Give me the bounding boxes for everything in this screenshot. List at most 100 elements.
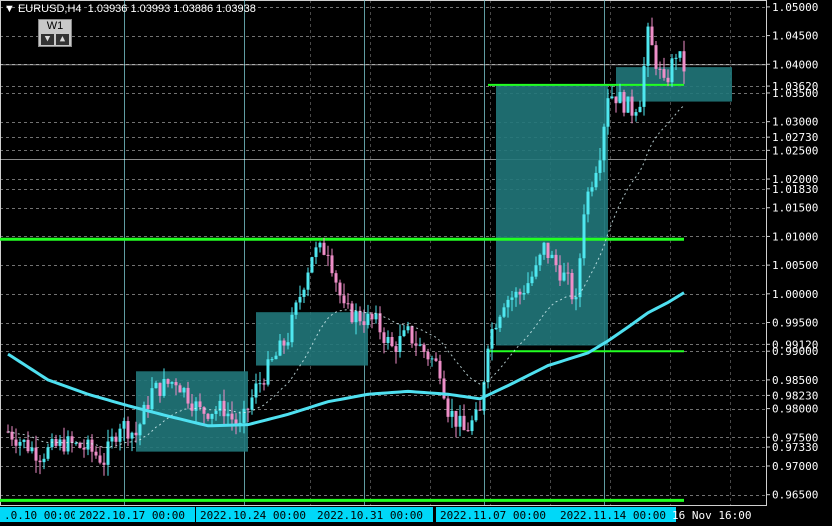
price-label: 0.98000: [772, 403, 818, 416]
ohlc-values: 1.03936 1.03993 1.03886 1.03938: [87, 3, 256, 15]
candle-body: [654, 45, 658, 69]
price-axis[interactable]: 1.050001.045001.040001.036201.035001.030…: [766, 0, 818, 505]
candle-body: [90, 439, 94, 452]
candle-body: [202, 407, 206, 414]
price-label: 0.99500: [772, 317, 818, 330]
symbol-label: EURUSD,H4: [17, 3, 82, 15]
candle-body: [98, 455, 102, 463]
candle-body: [302, 289, 306, 297]
candle-body: [614, 96, 618, 104]
candle-body: [290, 314, 294, 343]
candle-body: [354, 310, 358, 323]
candle-body: [642, 65, 646, 107]
candle-body: [402, 330, 406, 337]
candle-body: [226, 413, 230, 417]
candle-body: [626, 96, 630, 113]
candle-body: [182, 387, 186, 393]
candle-body: [394, 346, 398, 352]
period-down-button[interactable]: ▼: [41, 34, 54, 45]
candle-body: [330, 255, 334, 274]
candle-body: [350, 303, 354, 323]
candle-body: [22, 439, 26, 442]
candle-body: [298, 296, 302, 303]
candle-body: [286, 342, 290, 346]
candle-body: [582, 214, 586, 259]
candle-body: [306, 272, 310, 290]
candle-body: [494, 327, 498, 330]
candle-body: [230, 413, 234, 420]
candle-body: [178, 385, 182, 393]
candle-body: [638, 106, 642, 113]
candle-body: [610, 96, 614, 99]
candle-body: [58, 439, 62, 446]
candle-body: [142, 404, 146, 425]
candle-body: [162, 378, 166, 396]
candle-body: [262, 383, 266, 385]
price-chart[interactable]: 1.050001.045001.040001.036201.035001.030…: [0, 0, 832, 526]
candle-body: [630, 96, 634, 116]
candle-body: [246, 408, 250, 410]
period-switch[interactable]: W1 ▼ ▲: [38, 19, 72, 47]
candle-body: [550, 254, 554, 258]
candle-body: [194, 401, 198, 411]
candle-body: [18, 441, 22, 446]
candle-body: [430, 358, 434, 360]
candle-body: [198, 401, 202, 408]
candle-body: [618, 92, 622, 104]
candle-body: [274, 355, 278, 360]
time-label: 2022.11.14 00:00: [560, 509, 666, 522]
price-label: 0.98500: [772, 374, 818, 387]
candle-body: [566, 272, 570, 274]
candle-body: [434, 358, 438, 361]
candle-body: [522, 292, 526, 295]
candle-body: [114, 436, 118, 442]
candle-body: [206, 413, 210, 419]
candle-body: [106, 441, 110, 465]
price-label: 1.01000: [772, 230, 818, 243]
candle-body: [382, 332, 386, 343]
candle-body: [606, 98, 610, 127]
candle-body: [278, 340, 282, 356]
candle-body: [266, 359, 270, 385]
candle-body: [422, 344, 426, 352]
candle-body: [510, 297, 514, 300]
candle-body: [498, 316, 502, 328]
candle-body: [282, 340, 286, 346]
candle-body: [174, 382, 178, 386]
time-axis[interactable]: .0.10 00:00 2022.10.17 00:00 2022.10.24 00…: [0, 505, 766, 523]
price-label: 0.98230: [772, 389, 818, 402]
candle-body: [562, 272, 566, 281]
candle-body: [554, 254, 558, 266]
candle-body: [650, 26, 654, 46]
candle-body: [526, 283, 530, 293]
candle-body: [678, 51, 682, 58]
candle-body: [342, 295, 346, 304]
candle-body: [166, 378, 170, 384]
candle-body: [386, 336, 390, 343]
candle-body: [602, 126, 606, 161]
time-label: 2022.11.07 00:00: [440, 509, 546, 522]
period-up-button[interactable]: ▲: [56, 34, 69, 45]
candle-body: [454, 410, 458, 427]
candle-body: [346, 303, 350, 305]
candle-body: [78, 442, 82, 448]
candle-body: [598, 160, 602, 173]
candle-body: [82, 447, 86, 450]
candle-body: [118, 428, 122, 442]
price-label: 1.01500: [772, 202, 818, 215]
candle-body: [46, 447, 50, 459]
candle-body: [42, 458, 46, 463]
candle-body: [634, 112, 638, 116]
price-label: 1.03000: [772, 116, 818, 129]
candle-body: [370, 313, 374, 320]
candle-body: [578, 258, 582, 298]
candle-body: [126, 421, 130, 439]
price-label: 1.02730: [772, 131, 818, 144]
candle-body: [670, 58, 674, 83]
candle-body: [70, 436, 74, 443]
candle-body: [390, 336, 394, 347]
candle-body: [406, 326, 410, 331]
candle-body: [122, 421, 126, 429]
price-label: 1.00500: [772, 259, 818, 272]
candle-body: [646, 26, 650, 66]
